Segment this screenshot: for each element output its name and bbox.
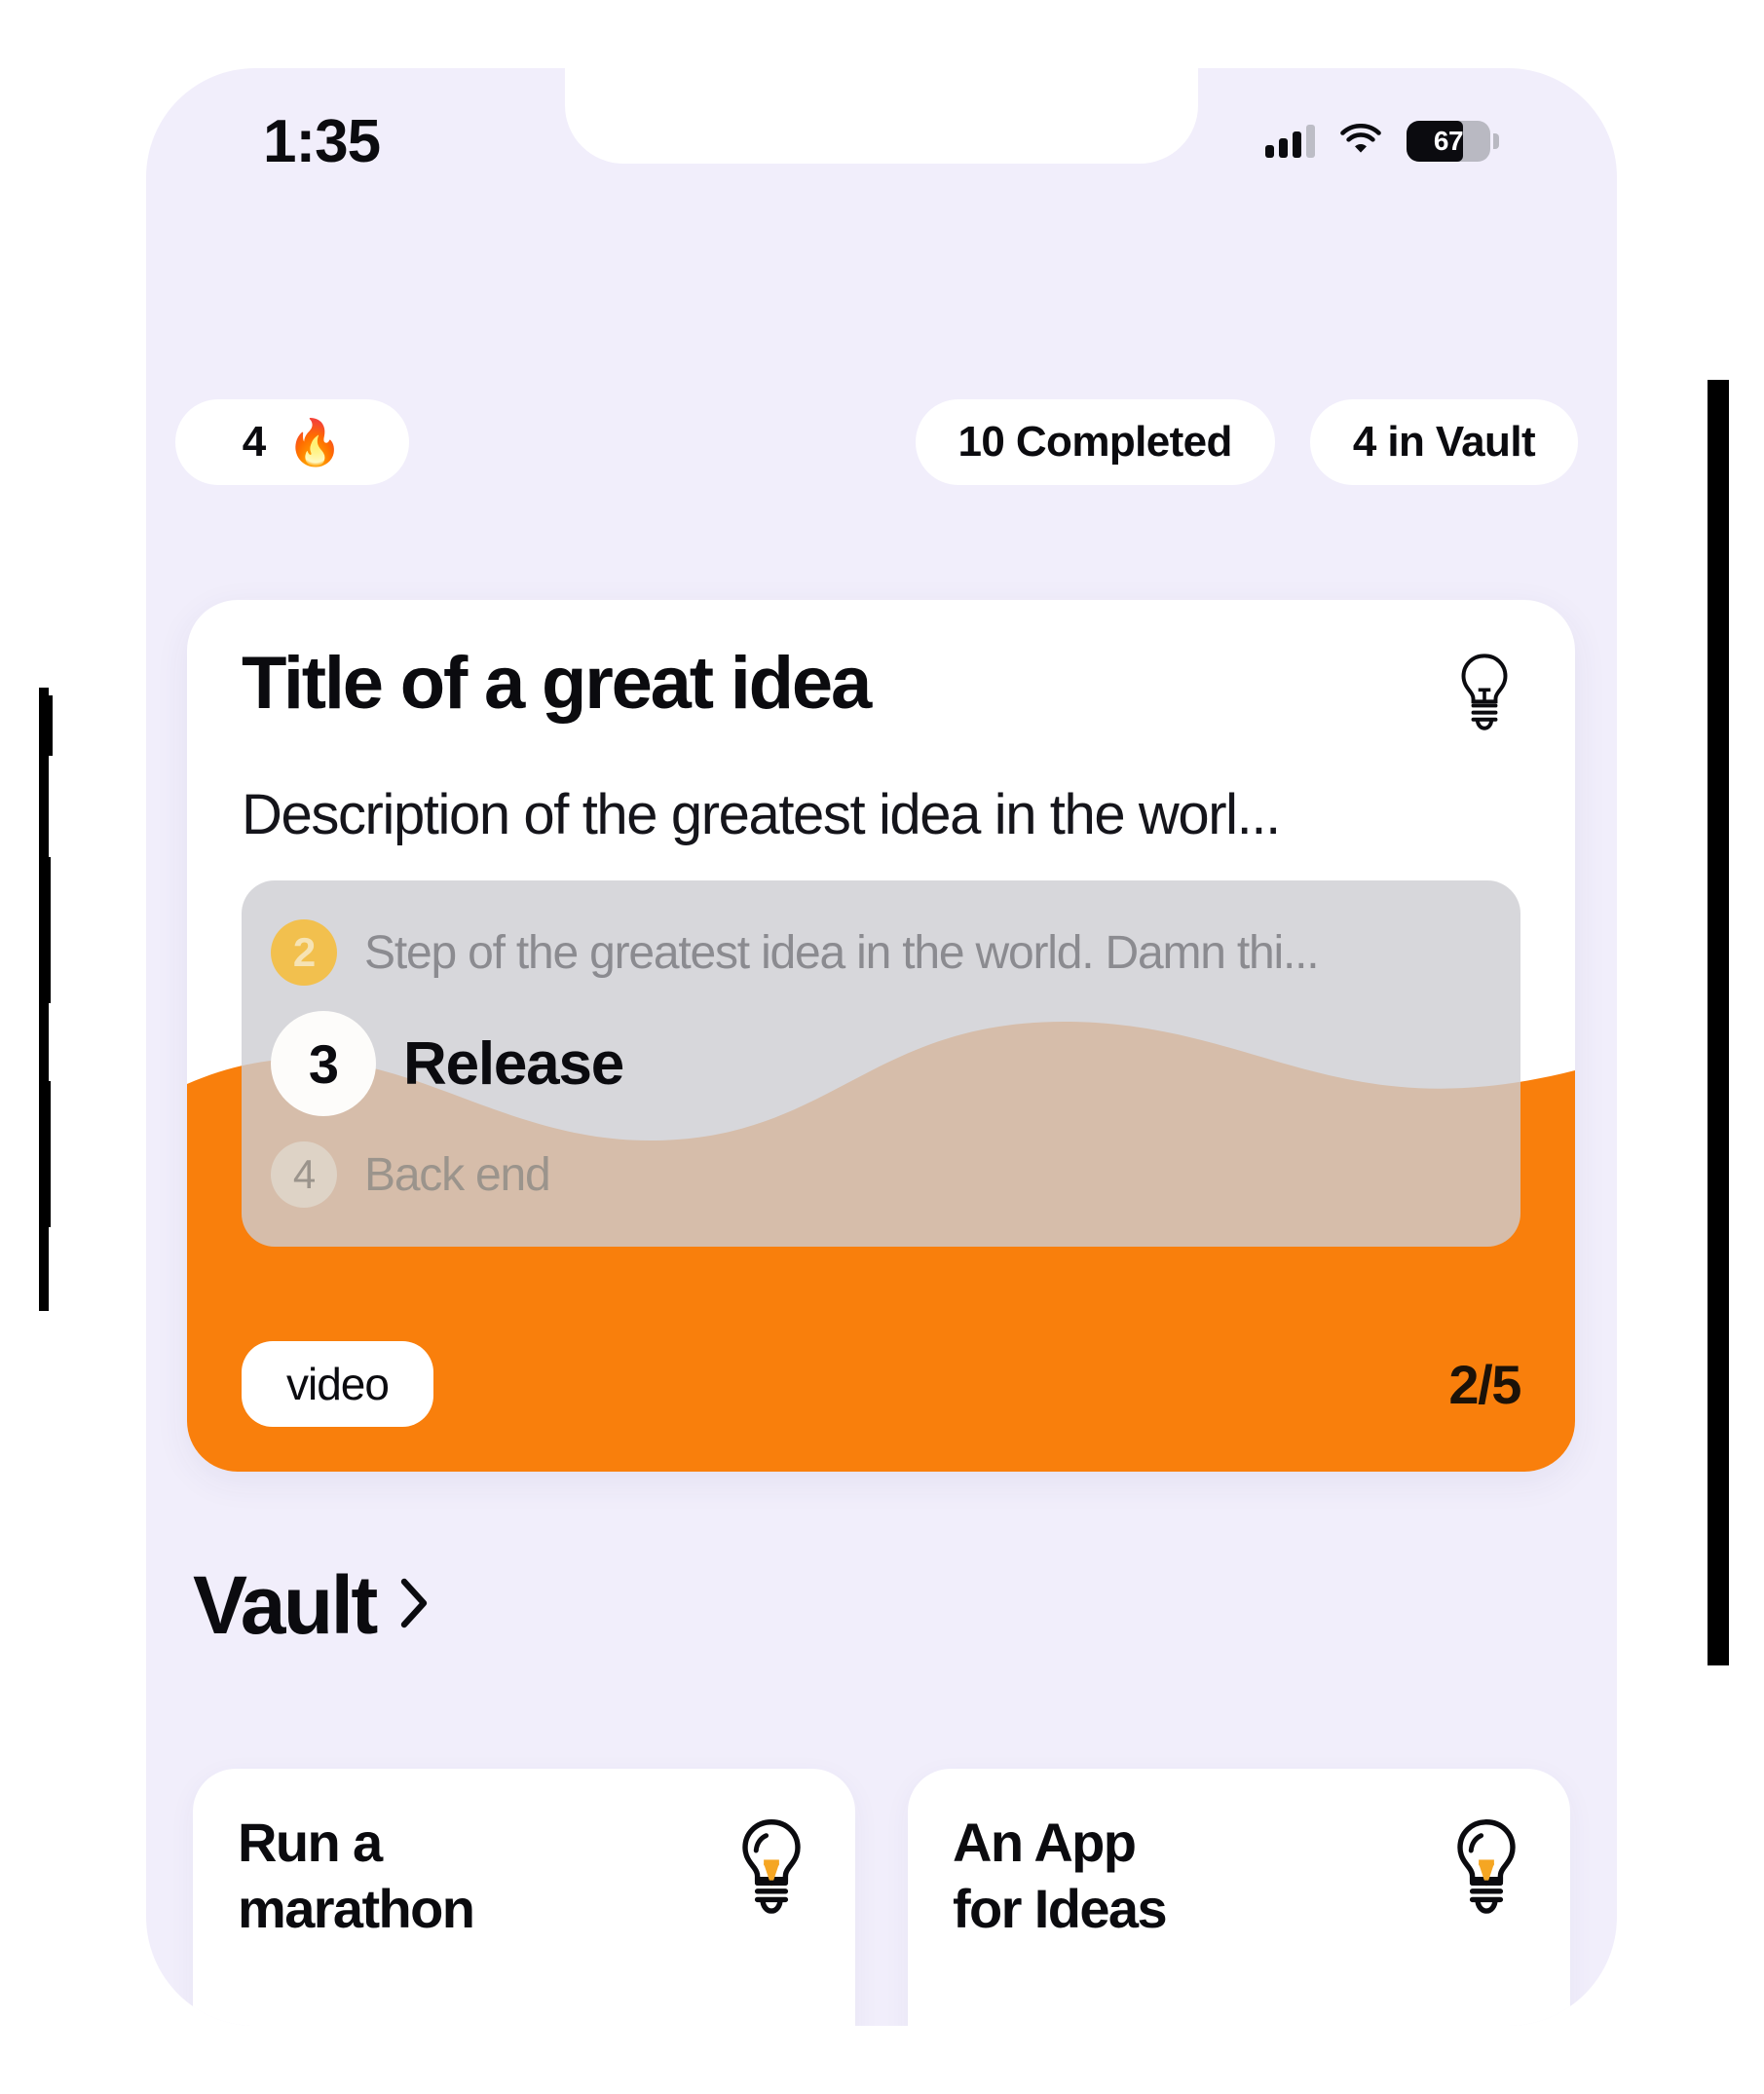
step-label: Release <box>403 1029 624 1098</box>
device-bezel-left <box>39 688 49 1311</box>
status-icons: 67 <box>1265 121 1499 162</box>
idea-description: Description of the greatest idea in the … <box>242 783 1281 846</box>
battery-percent: 67 <box>1433 126 1464 156</box>
wifi-icon <box>1340 123 1381 160</box>
lightbulb-icon <box>727 1810 816 1926</box>
idea-card-footer: video 2/5 <box>242 1341 1521 1427</box>
flame-icon: 🔥 <box>286 417 343 467</box>
step-row-3[interactable]: 3 Release <box>242 999 1520 1128</box>
streak-pill[interactable]: 4 🔥 <box>175 399 409 485</box>
step-label: Back end <box>364 1148 550 1201</box>
step-number: 3 <box>271 1011 376 1116</box>
vault-card-title: An App for Ideas <box>953 1812 1168 1940</box>
lightbulb-icon <box>1442 1810 1531 1926</box>
step-label: Step of the greatest idea in the world. … <box>364 926 1319 979</box>
step-row-2[interactable]: 2 Step of the greatest idea in the world… <box>242 906 1520 999</box>
battery-icon: 67 <box>1407 121 1499 162</box>
idea-title: Title of a great idea <box>242 642 872 725</box>
idea-card-header: Title of a great idea <box>242 645 1520 739</box>
device-frame: 1:35 67 4 🔥 10 Completed 4 in Vault Titl… <box>39 0 1729 2094</box>
idea-steps-panel: 2 Step of the greatest idea in the world… <box>242 880 1520 1247</box>
chevron-right-icon <box>397 1578 431 1633</box>
streak-count: 4 <box>242 418 266 466</box>
battery-nub <box>1493 133 1499 149</box>
vault-card[interactable]: An App for Ideas <box>908 1769 1570 2026</box>
vault-card-grid: Run a marathon An App for Ideas <box>193 1769 1570 2026</box>
device-bezel-right <box>1708 380 1729 1665</box>
vault-card-title: Run a marathon <box>238 1812 475 1940</box>
vault-card[interactable]: Run a marathon <box>193 1769 855 2026</box>
cellular-signal-icon <box>1265 125 1315 158</box>
in-vault-pill[interactable]: 4 in Vault <box>1309 399 1578 485</box>
step-number: 2 <box>271 919 337 986</box>
idea-card-content: Title of a great idea Description of the… <box>187 600 1575 1247</box>
step-counter: 2/5 <box>1448 1353 1521 1415</box>
device-notch <box>565 68 1198 164</box>
vault-title: Vault <box>193 1559 378 1651</box>
step-row-4[interactable]: 4 Back end <box>242 1128 1520 1221</box>
status-time: 1:35 <box>263 107 381 175</box>
completed-pill[interactable]: 10 Completed <box>915 399 1275 485</box>
tag-video[interactable]: video <box>242 1341 433 1427</box>
vault-section-header[interactable]: Vault <box>193 1558 431 1653</box>
idea-card[interactable]: Title of a great idea Description of the… <box>187 600 1575 1472</box>
step-number: 4 <box>271 1141 337 1208</box>
phone-screen: 1:35 67 4 🔥 10 Completed 4 in Vault Titl… <box>146 68 1617 2026</box>
stats-pill-row: 4 🔥 10 Completed 4 in Vault <box>146 399 1617 485</box>
lightbulb-icon <box>1448 645 1520 739</box>
